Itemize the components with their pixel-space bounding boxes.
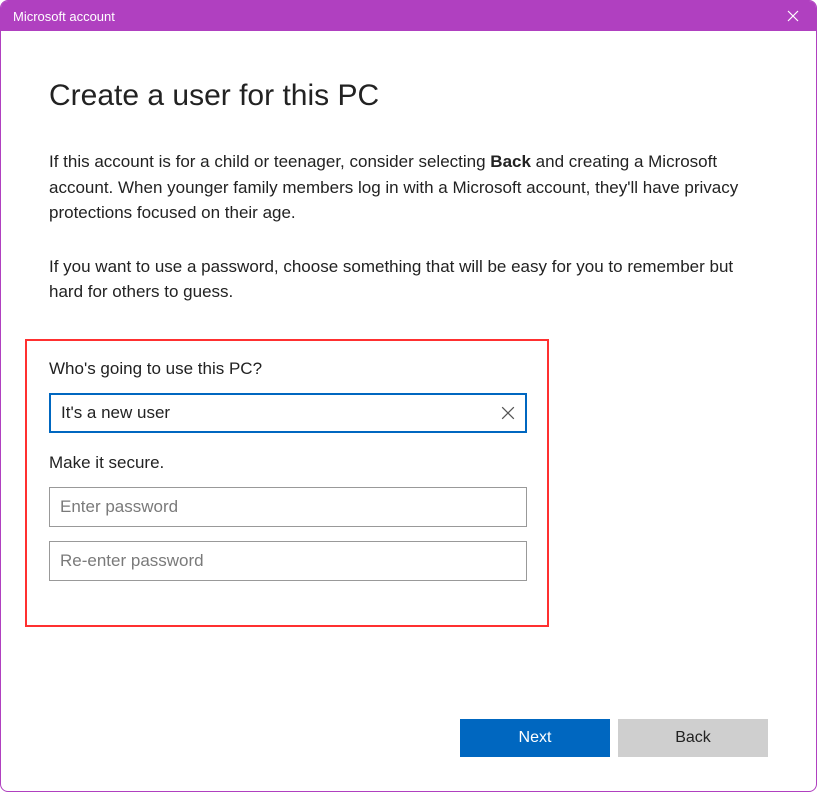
password-group: [49, 487, 525, 595]
username-label: Who's going to use this PC?: [49, 359, 525, 379]
next-button[interactable]: Next: [460, 719, 610, 757]
window-title: Microsoft account: [13, 9, 115, 24]
secure-label: Make it secure.: [49, 453, 525, 473]
username-input-wrap: [49, 393, 525, 433]
content-area: Create a user for this PC If this accoun…: [1, 31, 816, 719]
username-input[interactable]: [49, 393, 527, 433]
password-input[interactable]: [49, 487, 527, 527]
description-child-account: If this account is for a child or teenag…: [49, 149, 768, 226]
close-button[interactable]: [770, 1, 816, 31]
form-highlight-box: Who's going to use this PC? Make it secu…: [25, 339, 549, 627]
clear-username-button[interactable]: [501, 406, 515, 420]
footer-buttons: Next Back: [1, 719, 816, 791]
desc1-pre: If this account is for a child or teenag…: [49, 152, 490, 171]
back-button[interactable]: Back: [618, 719, 768, 757]
titlebar: Microsoft account: [1, 1, 816, 31]
password-confirm-input[interactable]: [49, 541, 527, 581]
desc1-bold: Back: [490, 152, 531, 171]
microsoft-account-window: Microsoft account Create a user for this…: [0, 0, 817, 792]
close-icon: [787, 10, 799, 22]
description-password-hint: If you want to use a password, choose so…: [49, 254, 768, 305]
x-icon: [501, 406, 515, 420]
page-title: Create a user for this PC: [49, 79, 768, 113]
